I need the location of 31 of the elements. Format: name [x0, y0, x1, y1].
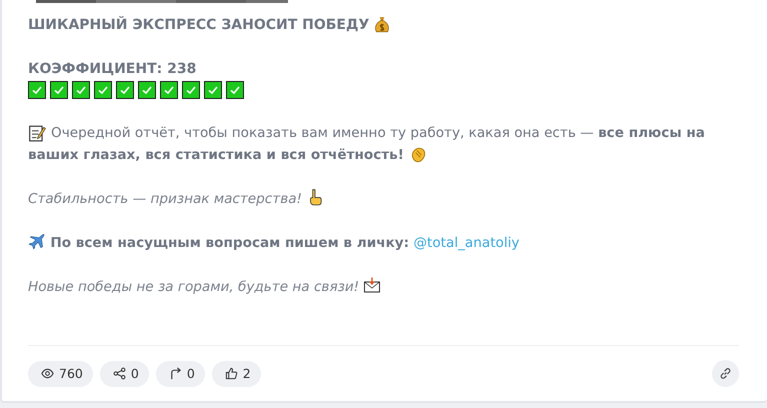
contact-text: По всем насущным вопросам пишем в личку:: [50, 235, 410, 251]
copy-link-button[interactable]: [712, 360, 739, 387]
motto-text: Стабильность — признак мастерства!: [28, 191, 302, 207]
envelope-icon: [363, 276, 382, 294]
closing-text: Новые победы не за горами, будьте на связи!: [28, 279, 360, 295]
report-text: ваших глазах, вся статистика и вся отчётность!: [28, 146, 404, 165]
memo-icon: [28, 124, 46, 142]
likes-button[interactable]: 2: [212, 360, 261, 386]
share-icon: [112, 367, 126, 380]
check-icon: [94, 81, 112, 99]
report-text: Очередной отчёт, чтобы показать вам именно ту работу, какая она есть — все плюсы на: [51, 124, 705, 143]
check-icon: [28, 81, 46, 99]
check-icon: [72, 81, 90, 99]
check-icon: [116, 81, 134, 99]
coefficient-label: КОЭФФИЦИЕНТ: 238: [28, 60, 196, 79]
check-icon: [138, 81, 156, 99]
eye-icon: [41, 367, 54, 380]
reposts-button[interactable]: 0: [156, 360, 205, 386]
airplane-icon: [28, 232, 46, 250]
check-icon: [50, 81, 68, 99]
check-icon: [226, 81, 244, 99]
money-bag-icon: [373, 16, 392, 34]
check-icon: [182, 81, 200, 99]
shares-button[interactable]: 0: [100, 360, 149, 386]
check-icon: [204, 81, 222, 99]
post-title: ШИКАРНЫЙ ЭКСПРЕСС ЗАНОСИТ ПОБЕДУ: [28, 15, 370, 35]
link-icon: [719, 367, 732, 380]
views-button[interactable]: 760: [28, 360, 93, 386]
thumbs-up-icon: [224, 367, 238, 380]
forward-arrow-icon: [168, 367, 182, 380]
check-icon: [160, 81, 178, 99]
